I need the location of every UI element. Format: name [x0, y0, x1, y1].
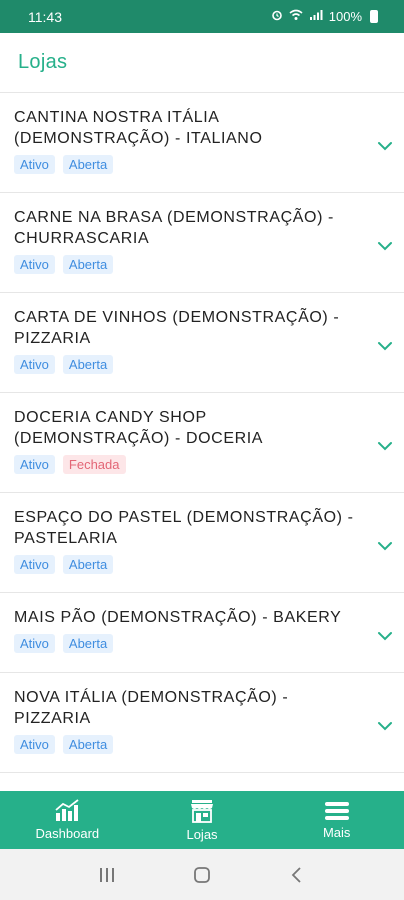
status-badge: Ativo	[14, 634, 55, 653]
chevron-down-icon[interactable]	[376, 137, 394, 155]
store-list: CANTINA NOSTRA ITÁLIA (DEMONSTRAÇÃO) - I…	[0, 93, 404, 791]
wifi-icon	[289, 9, 303, 24]
status-badge: Ativo	[14, 555, 55, 574]
battery-percent: 100%	[328, 9, 362, 24]
recent-apps-icon	[100, 867, 115, 882]
tab-mais-label: Mais	[322, 825, 351, 840]
store-item[interactable]: MAIS PÃO (DEMONSTRAÇÃO) - BAKERY Ativo A…	[0, 593, 404, 673]
store-item[interactable]: CARTA DE VINHOS (DEMONSTRAÇÃO) - PIZZARI…	[0, 293, 404, 393]
status-badge: Ativo	[14, 355, 55, 374]
chevron-down-icon[interactable]	[376, 437, 394, 455]
status-icons: 100%	[271, 9, 378, 24]
back-icon	[291, 866, 301, 883]
open-state-badge: Aberta	[62, 634, 114, 653]
alarm-icon	[271, 9, 283, 24]
status-bar: 11:43 100%	[0, 0, 404, 33]
status-badge: Ativo	[14, 455, 55, 474]
chevron-down-icon[interactable]	[376, 337, 394, 355]
store-name: CARNE NA BRASA (DEMONSTRAÇÃO) - CHURRASC…	[14, 209, 334, 247]
chevron-down-icon[interactable]	[376, 237, 394, 255]
store-name: CANTINA NOSTRA ITÁLIA (DEMONSTRAÇÃO) - I…	[14, 109, 263, 147]
open-state-badge: Aberta	[62, 555, 114, 574]
store-name: ESPAÇO DO PASTEL (DEMONSTRAÇÃO) - PASTEL…	[14, 509, 354, 547]
battery-icon	[370, 10, 378, 23]
tab-lojas-label: Lojas	[186, 827, 218, 842]
store-item[interactable]: NOVA ITÁLIA (DEMONSTRAÇÃO) - PIZZARIA At…	[0, 673, 404, 773]
open-state-badge: Fechada	[62, 455, 126, 474]
home-button[interactable]	[187, 860, 217, 890]
open-state-badge: Aberta	[62, 155, 114, 174]
bottom-tab-bar: Dashboard Lojas Mais	[0, 791, 404, 849]
status-badge: Ativo	[14, 155, 55, 174]
app-header: Lojas	[0, 33, 404, 93]
page-title: Lojas	[18, 51, 68, 73]
open-state-badge: Aberta	[62, 355, 114, 374]
store-name: DOCERIA CANDY SHOP (DEMONSTRAÇÃO) - DOCE…	[14, 409, 264, 447]
store-item[interactable]: CARNE NA BRASA (DEMONSTRAÇÃO) - CHURRASC…	[0, 193, 404, 293]
recent-apps-button[interactable]	[92, 860, 122, 890]
chevron-down-icon[interactable]	[376, 717, 394, 735]
store-icon	[191, 800, 213, 823]
signal-icon	[309, 9, 323, 24]
status-badge: Ativo	[14, 735, 55, 754]
status-badge: Ativo	[14, 255, 55, 274]
tab-mais[interactable]: Mais	[269, 791, 404, 849]
store-name: NOVA ITÁLIA (DEMONSTRAÇÃO) - PIZZARIA	[14, 689, 289, 727]
store-item[interactable]: ESPAÇO DO PASTEL (DEMONSTRAÇÃO) - PASTEL…	[0, 493, 404, 593]
back-button[interactable]	[282, 860, 312, 890]
store-name: CARTA DE VINHOS (DEMONSTRAÇÃO) - PIZZARI…	[14, 309, 340, 347]
chevron-down-icon[interactable]	[376, 537, 394, 555]
tab-dashboard[interactable]: Dashboard	[0, 791, 135, 849]
status-time: 11:43	[28, 8, 62, 25]
tab-dashboard-label: Dashboard	[35, 826, 100, 841]
chevron-down-icon[interactable]	[376, 627, 394, 645]
tab-lojas[interactable]: Lojas	[135, 791, 270, 849]
store-item[interactable]: CANTINA NOSTRA ITÁLIA (DEMONSTRAÇÃO) - I…	[0, 93, 404, 193]
dashboard-chart-icon	[55, 799, 79, 821]
system-navigation-bar	[0, 849, 404, 900]
open-state-badge: Aberta	[62, 735, 114, 754]
store-name: MAIS PÃO (DEMONSTRAÇÃO) - BAKERY	[14, 609, 342, 626]
store-item[interactable]: DOCERIA CANDY SHOP (DEMONSTRAÇÃO) - DOCE…	[0, 393, 404, 493]
menu-icon	[324, 802, 349, 820]
open-state-badge: Aberta	[62, 255, 114, 274]
home-icon	[194, 866, 210, 883]
